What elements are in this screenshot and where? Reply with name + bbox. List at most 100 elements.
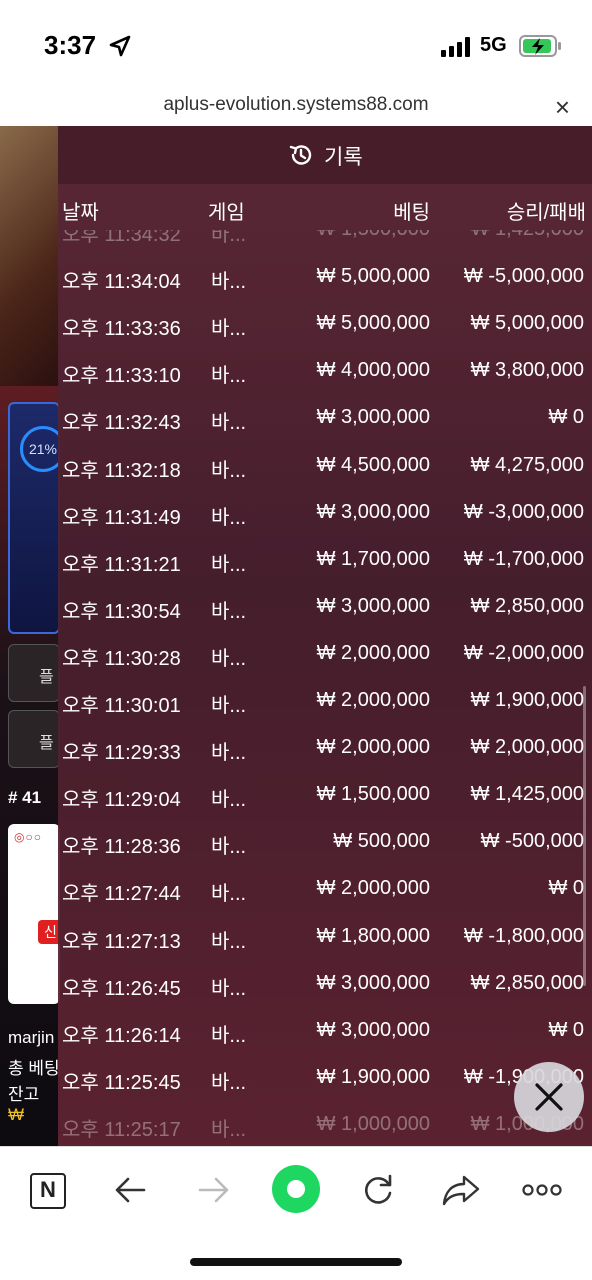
row-game: 바...: [211, 789, 247, 812]
history-row[interactable]: 오후 11:32:18 바... ₩ 4,500,000 ₩ 4,275,000: [58, 454, 592, 501]
row-date: 오후 11:33:36: [62, 318, 181, 341]
home-indicator: [190, 1258, 402, 1266]
player-button-1[interactable]: 플: [8, 644, 60, 702]
status-time: 3:37: [44, 30, 97, 60]
row-bet: ₩ 1,900,000: [316, 1065, 430, 1088]
column-header-bet: 베팅: [393, 202, 430, 224]
battery-charging-icon: [519, 35, 561, 57]
url-bar[interactable]: aplus-evolution.systems88.com ×: [0, 88, 592, 126]
row-bet: ₩ 1,500,000: [316, 783, 430, 806]
history-row[interactable]: 오후 11:26:14 바... ₩ 3,000,000 ₩ 0: [58, 1019, 592, 1066]
row-bet: ₩ 5,000,000: [316, 312, 430, 335]
row-game: 바...: [211, 742, 247, 765]
history-row[interactable]: 오후 11:33:10 바... ₩ 4,000,000 ₩ 3,800,000: [58, 359, 592, 406]
row-date: 오후 11:31:21: [62, 553, 181, 576]
row-result: ₩ 2,000,000: [470, 736, 584, 759]
row-result: ₩ -500,000: [480, 830, 584, 853]
naver-button[interactable]: N: [30, 1173, 66, 1209]
row-bet: ₩ 3,000,000: [316, 594, 430, 617]
column-header-game: 게임: [208, 202, 245, 224]
row-result: ₩ 0: [548, 406, 584, 429]
web-content: 플 21% 플 플 # 41 ◎○○ 신 marjin 총 베팅 잔고 ₩ 기록…: [0, 126, 592, 1146]
background-game-strip: 플 21% 플 플 # 41 ◎○○ 신 marjin 총 베팅 잔고 ₩: [0, 126, 60, 1146]
row-result: ₩ 0: [548, 877, 584, 900]
row-date: 오후 11:30:01: [62, 695, 181, 717]
balance-symbol: ₩: [8, 1105, 25, 1124]
road-map-thumbnail[interactable]: ◎○○ 신: [8, 824, 60, 1004]
row-game: 바...: [211, 459, 247, 482]
history-row[interactable]: 오후 11:34:32 바... ₩ 1,500,000 ₩ 1,425,000: [58, 230, 592, 265]
refresh-icon[interactable]: [355, 1167, 401, 1213]
row-result: ₩ 5,000,000: [470, 312, 584, 335]
row-game: 바...: [211, 695, 247, 717]
history-row[interactable]: 오후 11:29:33 바... ₩ 2,000,000 ₩ 2,000,000: [58, 736, 592, 783]
row-date: 오후 11:29:33: [62, 742, 181, 765]
row-game: 바...: [211, 506, 247, 529]
row-bet: ₩ 2,000,000: [316, 736, 430, 759]
row-result: ₩ 2,850,000: [470, 971, 584, 994]
row-bet: ₩ 4,500,000: [316, 453, 430, 476]
row-result: ₩ -3,000,000: [463, 500, 584, 523]
share-icon[interactable]: [438, 1167, 484, 1213]
history-row[interactable]: 오후 11:30:01 바... ₩ 2,000,000 ₩ 1,900,000: [58, 689, 592, 736]
history-header: 기록: [58, 126, 592, 184]
history-row[interactable]: 오후 11:34:04 바... ₩ 5,000,000 ₩ -5,000,000: [58, 265, 592, 312]
close-icon: [535, 1083, 563, 1111]
more-icon[interactable]: [520, 1167, 566, 1213]
player-button-2[interactable]: 플: [8, 710, 60, 768]
row-game: 바...: [211, 230, 247, 246]
history-row[interactable]: 오후 11:31:49 바... ₩ 3,000,000 ₩ -3,000,000: [58, 501, 592, 548]
back-arrow-icon[interactable]: [108, 1167, 154, 1213]
signal-strength-icon: [441, 37, 470, 57]
row-game: 바...: [211, 647, 247, 670]
player-button-2-label: 플: [39, 735, 54, 752]
row-result: ₩ 1,900,000: [470, 689, 584, 711]
player-button-1-label: 플: [39, 669, 54, 686]
row-game: 바...: [211, 600, 247, 623]
row-date: 오후 11:32:18: [62, 459, 181, 482]
url-text[interactable]: aplus-evolution.systems88.com: [0, 94, 592, 116]
row-date: 오후 11:26:45: [62, 977, 181, 1000]
row-result: ₩ -5,000,000: [463, 265, 584, 288]
location-arrow-icon: [109, 35, 131, 57]
row-bet: ₩ 1,500,000: [317, 230, 430, 241]
row-game: 바...: [211, 883, 247, 906]
history-row[interactable]: 오후 11:30:28 바... ₩ 2,000,000 ₩ -2,000,000: [58, 642, 592, 689]
history-row[interactable]: 오후 11:33:36 바... ₩ 5,000,000 ₩ 5,000,000: [58, 312, 592, 359]
row-bet: ₩ 500,000: [333, 830, 430, 853]
status-bar: 3:37 5G: [0, 0, 592, 88]
new-badge: 신: [38, 920, 60, 944]
row-game: 바...: [211, 553, 247, 576]
row-game: 바...: [211, 1024, 247, 1047]
history-row[interactable]: 오후 11:31:21 바... ₩ 1,700,000 ₩ -1,700,000: [58, 548, 592, 595]
history-row[interactable]: 오후 11:25:17바...₩ 1,000,000₩ 1,000,000: [58, 1113, 592, 1146]
row-result: ₩ -1,800,000: [463, 924, 584, 947]
row-date: 오후 11:26:14: [62, 1024, 181, 1047]
row-result: ₩ 2,850,000: [470, 594, 584, 617]
history-panel: 기록 날짜 게임 베팅 승리/패배 오후 11:34:32 바... ₩ 1,500…: [58, 126, 592, 1146]
row-game: 바...: [211, 977, 247, 1000]
history-row[interactable]: 오후 11:28:36 바... ₩ 500,000 ₩ -500,000: [58, 830, 592, 877]
history-row[interactable]: 오후 11:27:44 바... ₩ 2,000,000 ₩ 0: [58, 877, 592, 924]
row-bet: ₩ 2,000,000: [316, 641, 430, 664]
row-bet: ₩ 3,000,000: [316, 406, 430, 429]
history-row[interactable]: 오후 11:30:54 바... ₩ 3,000,000 ₩ 2,850,000: [58, 595, 592, 642]
history-row[interactable]: 오후 11:25:45바...₩ 1,900,000₩ -1,900,000: [58, 1066, 592, 1113]
home-green-icon[interactable]: [272, 1165, 320, 1213]
history-list[interactable]: 오후 11:34:32바...₩ 1,500,000₩ 1,425,000오후 …: [58, 230, 592, 1146]
close-history-button[interactable]: [514, 1062, 584, 1132]
history-row[interactable]: 오후 11:26:45 바... ₩ 3,000,000 ₩ 2,850,000: [58, 972, 592, 1019]
row-result: ₩ -1,700,000: [463, 547, 584, 570]
close-icon[interactable]: ×: [555, 92, 570, 123]
balance-label-row: 잔고 ₩: [8, 1080, 60, 1125]
history-row[interactable]: 오후 11:27:13 바... ₩ 1,800,000 ₩ -1,800,000: [58, 925, 592, 972]
history-row[interactable]: 오후 11:32:43 바... ₩ 3,000,000 ₩ 0: [58, 406, 592, 453]
row-game: 바...: [211, 412, 247, 435]
row-bet: ₩ 1,800,000: [316, 924, 430, 947]
row-date: 오후 11:29:04: [62, 789, 181, 812]
row-result: ₩ -2,000,000: [463, 641, 584, 664]
history-row[interactable]: 오후 11:29:04 바... ₩ 1,500,000 ₩ 1,425,000: [58, 783, 592, 830]
forward-arrow-icon[interactable]: [190, 1167, 236, 1213]
scrollbar[interactable]: [583, 686, 586, 986]
total-bet-label: 총 베팅: [8, 1059, 60, 1078]
